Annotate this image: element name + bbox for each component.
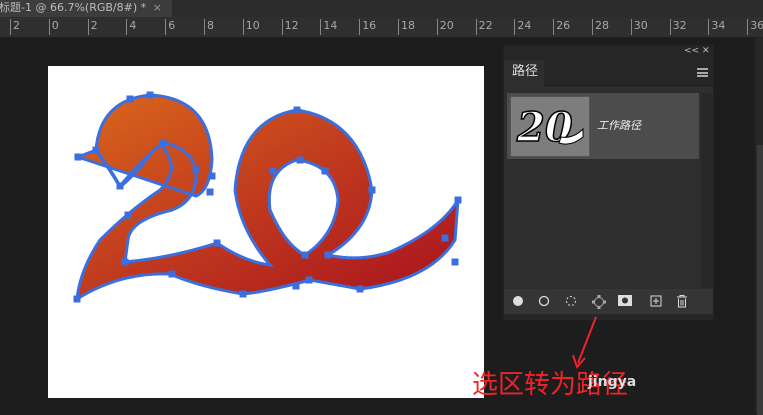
path-anchor-point[interactable] bbox=[305, 276, 313, 284]
ruler-tick-label: 12 bbox=[281, 19, 299, 35]
ruler-tick-label: 34 bbox=[708, 19, 725, 35]
ruler-tick-label: 30 bbox=[630, 19, 648, 35]
ruler-tick-label: 28 bbox=[592, 19, 609, 35]
path-anchor-point[interactable] bbox=[208, 172, 216, 180]
path-anchor-point[interactable] bbox=[356, 285, 364, 293]
make-work-path-icon[interactable] bbox=[592, 295, 606, 309]
artwork-20 bbox=[73, 91, 462, 303]
ruler-tick-label: 0 bbox=[48, 19, 59, 35]
path-anchor-point[interactable] bbox=[239, 290, 247, 298]
path-name: 工作路径 bbox=[597, 119, 641, 132]
path-anchor-point[interactable] bbox=[293, 106, 301, 114]
ruler-tick-label: 14 bbox=[320, 19, 337, 35]
path-anchor-point[interactable] bbox=[73, 295, 81, 303]
panel-footer bbox=[504, 289, 713, 314]
path-anchor-point[interactable] bbox=[74, 153, 82, 161]
path-thumbnail: 20 bbox=[510, 96, 590, 157]
close-panel-button[interactable]: ✕ bbox=[702, 46, 710, 56]
arrow-annotation bbox=[572, 316, 597, 369]
path-anchor-point[interactable] bbox=[324, 251, 332, 259]
ruler-tick-label: 24 bbox=[514, 19, 531, 35]
new-path-icon[interactable] bbox=[650, 295, 662, 307]
path-anchor-point[interactable] bbox=[292, 282, 300, 290]
path-anchor-point[interactable] bbox=[146, 91, 154, 99]
path-anchor-point[interactable] bbox=[454, 196, 462, 204]
tab-paths[interactable]: 路径 bbox=[504, 60, 544, 87]
tab-bar: 未标题-1 @ 66.7%(RGB/8#) * × bbox=[0, 0, 763, 17]
add-mask-icon[interactable] bbox=[618, 295, 632, 307]
document-title: 未标题-1 @ 66.7%(RGB/8#) * bbox=[0, 1, 147, 14]
ruler-tick-label: 22 bbox=[475, 19, 493, 35]
ruler-tick-label: 10 bbox=[242, 19, 260, 35]
ruler-tick-label: 2 bbox=[10, 19, 20, 35]
path-anchor-point[interactable] bbox=[296, 156, 304, 164]
path-anchor-point[interactable] bbox=[192, 166, 200, 174]
scrollbar-thumb[interactable] bbox=[757, 145, 763, 415]
path-anchor-point[interactable] bbox=[168, 270, 176, 278]
path-anchor-point[interactable] bbox=[124, 211, 132, 219]
ruler-tick-label: 16 bbox=[359, 19, 376, 35]
panel-resize-grip[interactable] bbox=[504, 314, 713, 320]
watermark: jingya bbox=[588, 374, 637, 390]
delete-icon[interactable] bbox=[676, 295, 688, 308]
ruler-tick-label: 2 bbox=[87, 19, 98, 35]
ruler-tick-label: 4 bbox=[126, 19, 136, 35]
ruler-tick-label: 20 bbox=[436, 19, 454, 35]
path-anchor-point[interactable] bbox=[206, 188, 214, 196]
horizontal-ruler: 2 0 2 4 6 8 10 12 14 16 18 20 22 24 26 28 30 32 34 36 bbox=[0, 17, 763, 38]
close-tab-icon[interactable]: × bbox=[153, 0, 162, 16]
canvas[interactable] bbox=[48, 66, 484, 398]
ruler-tick-label: 32 bbox=[669, 19, 687, 35]
ruler-tick-label: 8 bbox=[204, 19, 214, 35]
panel-menu-icon[interactable] bbox=[697, 68, 708, 77]
path-anchor-point[interactable] bbox=[301, 251, 309, 259]
path-anchor-point[interactable] bbox=[321, 167, 329, 175]
path-anchor-point[interactable] bbox=[126, 95, 134, 103]
path-anchor-point[interactable] bbox=[116, 182, 124, 190]
paths-panel: << ✕ 路径 20 工作路径 bbox=[503, 45, 714, 320]
path-anchor-point[interactable] bbox=[121, 258, 129, 266]
path-item-work-path[interactable]: 20 工作路径 bbox=[507, 93, 699, 159]
path-anchor-point[interactable] bbox=[441, 234, 449, 242]
path-anchor-point[interactable] bbox=[213, 239, 221, 247]
load-as-selection-icon[interactable] bbox=[565, 295, 577, 307]
ruler-tick-label: 26 bbox=[553, 19, 570, 35]
path-anchor-point[interactable] bbox=[269, 167, 277, 175]
path-anchor-point[interactable] bbox=[92, 146, 100, 154]
ruler-tick-label: 6 bbox=[165, 19, 175, 35]
path-anchor-point[interactable] bbox=[159, 139, 167, 147]
document-tab[interactable]: 未标题-1 @ 66.7%(RGB/8#) * × bbox=[0, 0, 172, 17]
collapse-panel-button[interactable]: << bbox=[684, 46, 699, 56]
ruler-tick-label: 36 bbox=[747, 19, 763, 35]
ruler-tick-label: 18 bbox=[398, 19, 415, 35]
path-anchor-point[interactable] bbox=[368, 186, 376, 194]
work-path-shape bbox=[73, 93, 460, 302]
panel-scrollbar[interactable] bbox=[701, 93, 713, 288]
path-anchor-point[interactable] bbox=[451, 258, 459, 266]
fill-path-icon[interactable] bbox=[512, 295, 524, 307]
stroke-path-icon[interactable] bbox=[538, 295, 550, 307]
